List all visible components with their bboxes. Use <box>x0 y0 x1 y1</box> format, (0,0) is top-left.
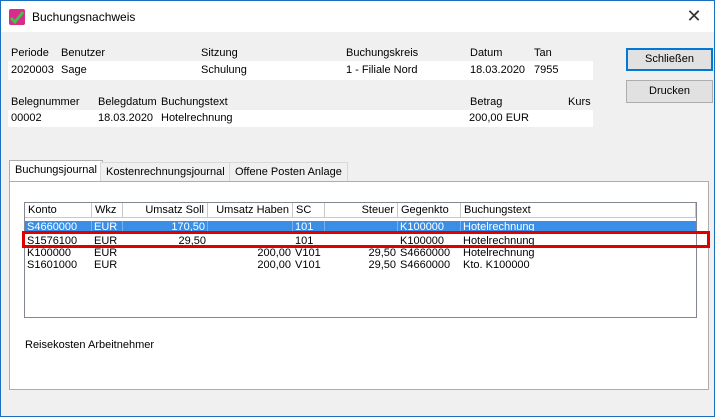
footer-description: Reisekosten Arbeitnehmer <box>25 339 155 351</box>
header-value-periode: 2020003 <box>11 64 54 76</box>
close-button[interactable]: Schließen <box>626 48 713 71</box>
cell-umsatz-haben: 200,00 <box>257 247 291 259</box>
title-bar: Buchungsnachweis ✕ <box>1 1 714 32</box>
col-gegenkto[interactable]: Gegenkto <box>398 203 461 218</box>
col-umsatz-haben[interactable]: Umsatz Haben <box>208 203 293 218</box>
header-value-tan: 7955 <box>534 64 559 76</box>
cell-sc: V101 <box>295 247 321 259</box>
doc-label-belegnummer: Belegnummer <box>11 96 80 108</box>
buchungsnachweis-window: Buchungsnachweis ✕ Periode Benutzer Sitz… <box>0 0 715 417</box>
header-value-datum: 18.03.2020 <box>470 64 526 76</box>
header-label-benutzer: Benutzer <box>61 47 106 59</box>
cell-umsatz-haben: 200,00 <box>257 259 291 271</box>
tab-offene-posten-anlage[interactable]: Offene Posten Anlage <box>229 162 348 182</box>
col-wkz[interactable]: Wkz <box>92 203 123 218</box>
doc-label-kurs: Kurs <box>568 96 591 108</box>
header-value-benutzer: Sage <box>61 64 87 76</box>
tab-kostenrechnungsjournal[interactable]: Kostenrechnungsjournal <box>100 162 231 182</box>
table-row[interactable]: S1601000 EUR 200,00 V101 29,50 S4660000 … <box>25 259 696 271</box>
tab-buchungsjournal[interactable]: Buchungsjournal <box>9 160 103 182</box>
doc-label-buchungstext: Buchungstext <box>161 96 228 108</box>
header-value-buchungskreis: 1 - Filiale Nord <box>346 64 418 76</box>
tab-panel-buchungsjournal: Konto Wkz Umsatz Soll Umsatz Haben SC St… <box>9 181 709 390</box>
cell-gegenkto: S4660000 <box>400 247 451 259</box>
app-icon <box>9 9 25 25</box>
document-info-box: Belegnummer Belegdatum Buchungstext Betr… <box>8 94 593 127</box>
header-label-buchungskreis: Buchungskreis <box>346 47 419 59</box>
cell-wkz: EUR <box>94 247 118 259</box>
cell-umsatz-soll <box>123 247 208 259</box>
doc-label-betrag: Betrag <box>470 96 503 108</box>
col-sc[interactable]: SC <box>293 203 325 218</box>
cell-sc: V101 <box>295 259 321 271</box>
doc-value-buchungstext: Hotelrechnung <box>161 112 233 124</box>
header-label-sitzung: Sitzung <box>201 47 238 59</box>
cell-konto: K100000 <box>27 247 72 259</box>
cell-steuer: 29,50 <box>368 247 396 259</box>
print-button[interactable]: Drucken <box>626 80 713 103</box>
doc-value-belegnummer: 00002 <box>11 112 42 124</box>
header-label-datum: Datum <box>470 47 503 59</box>
col-buchungstext[interactable]: Buchungstext <box>461 203 696 218</box>
cell-konto: S1601000 <box>27 259 78 271</box>
doc-label-belegdatum: Belegdatum <box>98 96 157 108</box>
close-icon[interactable]: ✕ <box>684 6 704 26</box>
header-value-sitzung: Schulung <box>201 64 247 76</box>
col-umsatz-soll[interactable]: Umsatz Soll <box>123 203 208 218</box>
col-steuer[interactable]: Steuer <box>325 203 398 218</box>
cell-buchungstext: Kto. K100000 <box>463 259 530 271</box>
cell-steuer: 29,50 <box>368 259 396 271</box>
cell-buchungstext: Hotelrechnung <box>463 247 535 259</box>
header-label-tan: Tan <box>534 47 552 59</box>
cell-gegenkto: S4660000 <box>400 259 451 271</box>
red-highlight-annotation <box>22 231 710 248</box>
doc-value-belegdatum: 18.03.2020 <box>98 112 154 124</box>
header-info-box: Periode Benutzer Sitzung Buchungskreis D… <box>8 45 593 80</box>
cell-umsatz-soll <box>123 259 208 271</box>
cell-wkz: EUR <box>94 259 118 271</box>
journal-grid[interactable]: Konto Wkz Umsatz Soll Umsatz Haben SC St… <box>24 202 697 318</box>
doc-value-betrag: 200,00 EUR <box>469 112 529 124</box>
table-row[interactable]: K100000 EUR 200,00 V101 29,50 S4660000 H… <box>25 247 696 259</box>
col-konto[interactable]: Konto <box>25 203 92 218</box>
header-label-periode: Periode <box>11 47 49 59</box>
window-title: Buchungsnachweis <box>32 10 136 24</box>
